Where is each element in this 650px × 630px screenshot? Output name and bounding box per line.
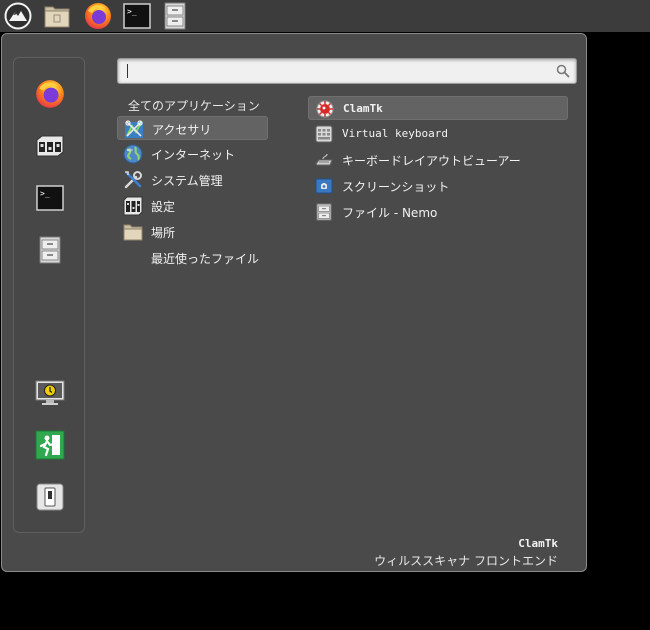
category-label: 場所 xyxy=(151,226,176,240)
desktop: >_ >_ 全てのアプリケーション アクセサリ インターネット システム管理 設… xyxy=(0,0,650,630)
app-label: キーボードレイアウトビューアー xyxy=(342,154,521,168)
category-internet[interactable]: インターネット xyxy=(117,142,268,166)
menu-button[interactable] xyxy=(2,1,34,31)
app-label: ClamTk xyxy=(343,102,383,115)
app-description-text: ウィルススキャナ フロントエンド xyxy=(374,554,558,568)
fav-settings[interactable] xyxy=(33,129,67,163)
category-label: 設定 xyxy=(151,200,176,214)
app-label: スクリーンショット xyxy=(342,180,450,194)
tools-icon xyxy=(124,171,142,189)
folder-icon xyxy=(44,6,70,28)
lock-screen-icon xyxy=(35,380,65,405)
favorites-sidebar: >_ xyxy=(13,57,85,533)
app-keyboard-layout-viewer[interactable]: キーボードレイアウトビューアー xyxy=(308,148,568,172)
category-label: システム管理 xyxy=(151,174,223,188)
home-folder-launcher[interactable] xyxy=(41,1,73,31)
terminal-launcher[interactable]: >_ xyxy=(121,1,153,31)
terminal-icon: >_ xyxy=(123,3,151,29)
fav-shutdown[interactable] xyxy=(33,480,67,514)
svg-text:>_: >_ xyxy=(40,189,50,198)
category-label: 最近使ったファイル xyxy=(151,252,260,266)
mountain-logo-icon xyxy=(4,2,32,30)
firefox-icon xyxy=(85,3,111,29)
file-cabinet-icon xyxy=(164,2,186,30)
firefox-launcher[interactable] xyxy=(82,1,114,31)
exit-icon xyxy=(35,430,65,460)
firefox-icon xyxy=(36,80,64,108)
file-cabinet-icon xyxy=(39,236,61,264)
app-label: Virtual keyboard xyxy=(342,127,448,140)
fav-terminal[interactable]: >_ xyxy=(33,181,67,215)
file-manager-launcher[interactable] xyxy=(159,1,191,31)
category-system-administration[interactable]: システム管理 xyxy=(117,168,268,192)
text-caret xyxy=(127,64,128,78)
category-preferences[interactable]: 設定 xyxy=(117,194,268,218)
search-box[interactable] xyxy=(117,58,577,84)
category-accessories[interactable]: アクセサリ xyxy=(117,116,268,140)
keyboard-layout-icon xyxy=(315,153,333,166)
fav-firefox[interactable] xyxy=(33,77,67,111)
file-cabinet-icon xyxy=(316,203,332,221)
control-panel-icon xyxy=(36,135,64,157)
category-label: アクセサリ xyxy=(152,123,212,137)
globe-icon xyxy=(123,144,143,164)
app-clamtk[interactable]: ClamTk xyxy=(308,96,568,120)
accessories-icon xyxy=(125,120,143,138)
search-input[interactable] xyxy=(126,62,546,80)
folder-icon xyxy=(123,224,143,241)
fav-lock-screen[interactable] xyxy=(33,376,67,410)
preferences-icon xyxy=(123,196,143,216)
screenshot-icon xyxy=(315,178,333,194)
search-icon xyxy=(556,64,570,78)
svg-text:>_: >_ xyxy=(127,7,137,16)
category-places[interactable]: 場所 xyxy=(117,220,268,244)
keyboard-icon xyxy=(315,125,333,143)
application-menu: >_ 全てのアプリケーション アクセサリ インターネット システム管理 設定 場… xyxy=(1,33,587,572)
app-virtual-keyboard[interactable]: Virtual keyboard xyxy=(308,122,568,146)
app-description-title: ClamTk xyxy=(518,537,558,550)
app-label: ファイル - Nemo xyxy=(342,206,438,220)
app-files-nemo[interactable]: ファイル - Nemo xyxy=(308,200,568,224)
clamtk-icon xyxy=(316,100,334,118)
power-switch-icon xyxy=(36,483,64,511)
top-panel: >_ xyxy=(0,0,650,32)
fav-files[interactable] xyxy=(33,233,67,267)
app-screenshot[interactable]: スクリーンショット xyxy=(308,174,568,198)
category-recent-files[interactable]: 最近使ったファイル xyxy=(117,246,268,270)
category-all-applications[interactable]: 全てのアプリケーション xyxy=(128,97,260,114)
fav-logout[interactable] xyxy=(33,428,67,462)
terminal-icon: >_ xyxy=(36,185,64,211)
category-label: インターネット xyxy=(151,148,236,162)
